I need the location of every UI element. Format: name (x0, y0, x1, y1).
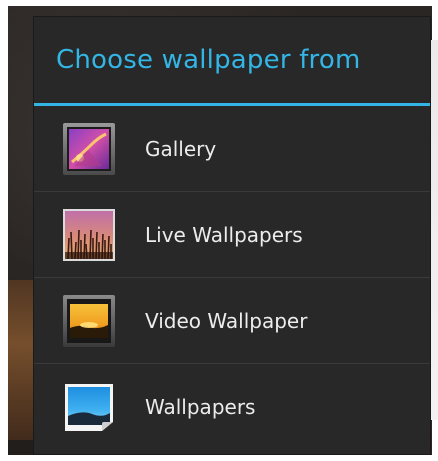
list-item-wallpapers[interactable]: Wallpapers (34, 364, 430, 450)
list-item-live-wallpapers[interactable]: Live Wallpapers (34, 192, 430, 278)
live-wallpapers-icon (63, 209, 115, 261)
video-wallpaper-icon (63, 295, 115, 347)
wallpapers-icon (65, 384, 113, 431)
wallpaper-source-list: Gallery Live Wallpapers Video Wallpaper … (34, 106, 430, 450)
list-item-label: Wallpapers (145, 395, 256, 419)
list-item-label: Video Wallpaper (145, 309, 308, 333)
wallpaper-edge (8, 280, 34, 440)
screen: Choose wallpaper from Gallery Live Wallp… (0, 0, 438, 461)
choose-wallpaper-dialog: Choose wallpaper from Gallery Live Wallp… (34, 17, 430, 454)
list-item-gallery[interactable]: Gallery (34, 106, 430, 192)
gallery-icon (63, 123, 115, 175)
screen-edge (430, 40, 438, 420)
list-item-video-wallpaper[interactable]: Video Wallpaper (34, 278, 430, 364)
list-item-label: Live Wallpapers (145, 223, 303, 247)
list-item-label: Gallery (145, 137, 217, 161)
dialog-title: Choose wallpaper from (56, 45, 361, 75)
